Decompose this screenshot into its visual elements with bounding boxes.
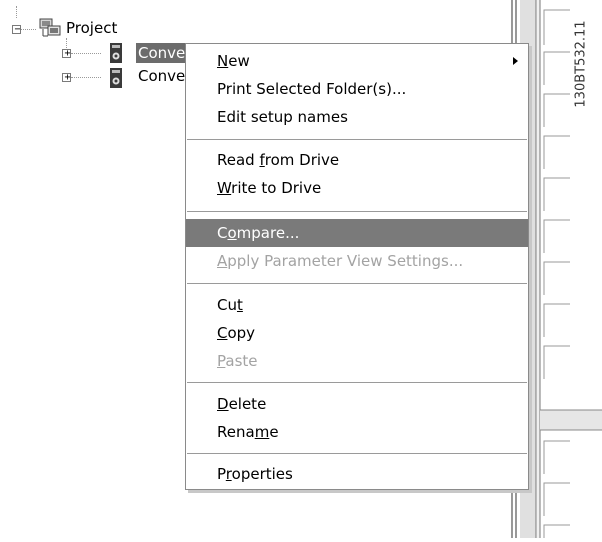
menu-item-label: Read from Drive — [217, 151, 340, 169]
menu-item-compare[interactable]: Compare... — [186, 219, 528, 247]
menu-item-print-selected-folders[interactable]: Print Selected Folder(s)... — [186, 75, 528, 103]
menu-item-label: Paste — [217, 352, 258, 370]
project-folder-icon — [39, 17, 61, 43]
menu-item-cut[interactable]: Cut — [186, 291, 528, 319]
menu-item-apply-parameter-view-settings[interactable]: Apply Parameter View Settings... — [186, 247, 528, 275]
menu-item-label: Print Selected Folder(s)... — [217, 80, 407, 98]
menu-item-edit-setup-names[interactable]: Edit setup names — [186, 103, 528, 131]
menu-item-write-to-drive[interactable]: Write to Drive — [186, 174, 528, 202]
menu-item-label: Copy — [217, 324, 256, 342]
menu-item-paste[interactable]: Paste — [186, 347, 528, 375]
menu-separator — [187, 453, 527, 454]
menu-separator — [187, 211, 527, 212]
tree-connector — [71, 53, 101, 54]
tree-connector — [21, 29, 36, 30]
menu-separator — [187, 283, 527, 284]
menu-item-copy[interactable]: Copy — [186, 319, 528, 347]
tree-root-collapse-button[interactable]: − — [12, 24, 21, 35]
menu-item-label: Properties — [217, 465, 293, 483]
tree-view: − Project + Conve + Conve — [0, 0, 188, 100]
drive-icon — [109, 67, 123, 93]
menu-separator — [187, 139, 527, 140]
tree-node-expand-button[interactable]: + — [62, 48, 71, 59]
tree-connector — [16, 6, 17, 18]
context-menu: New Print Selected Folder(s)... Edit set… — [185, 43, 529, 490]
collapse-icon: − — [14, 24, 21, 35]
menu-item-label: New — [217, 52, 250, 70]
menu-item-label: Edit setup names — [217, 108, 348, 126]
menu-item-label: Apply Parameter View Settings... — [217, 252, 464, 270]
menu-separator — [187, 382, 527, 383]
tree-node-label-selected[interactable]: Conve — [136, 43, 188, 63]
menu-item-properties[interactable]: Properties — [186, 460, 528, 488]
menu-item-label: Delete — [217, 395, 267, 413]
drive-icon — [109, 42, 123, 68]
menu-item-rename[interactable]: Rename — [186, 418, 528, 446]
tree-connector — [71, 77, 101, 78]
menu-item-label: Compare... — [217, 224, 300, 242]
menu-item-label: Write to Drive — [217, 179, 322, 197]
tree-node-label[interactable]: Conve — [138, 67, 185, 85]
expand-icon: + — [64, 48, 71, 59]
submenu-arrow-icon — [513, 57, 518, 65]
menu-item-read-from-drive[interactable]: Read from Drive — [186, 146, 528, 174]
figure-code-text: 130BT532.11 — [573, 20, 589, 108]
expand-icon: + — [64, 72, 71, 83]
figure-code: 130BT532.11 — [571, 9, 591, 119]
menu-item-new[interactable]: New — [186, 47, 528, 75]
tree-node-expand-button[interactable]: + — [62, 72, 71, 83]
menu-item-label: Cut — [217, 296, 243, 314]
menu-item-label: Rename — [217, 423, 279, 441]
menu-item-delete[interactable]: Delete — [186, 390, 528, 418]
tree-root-label[interactable]: Project — [66, 19, 117, 37]
